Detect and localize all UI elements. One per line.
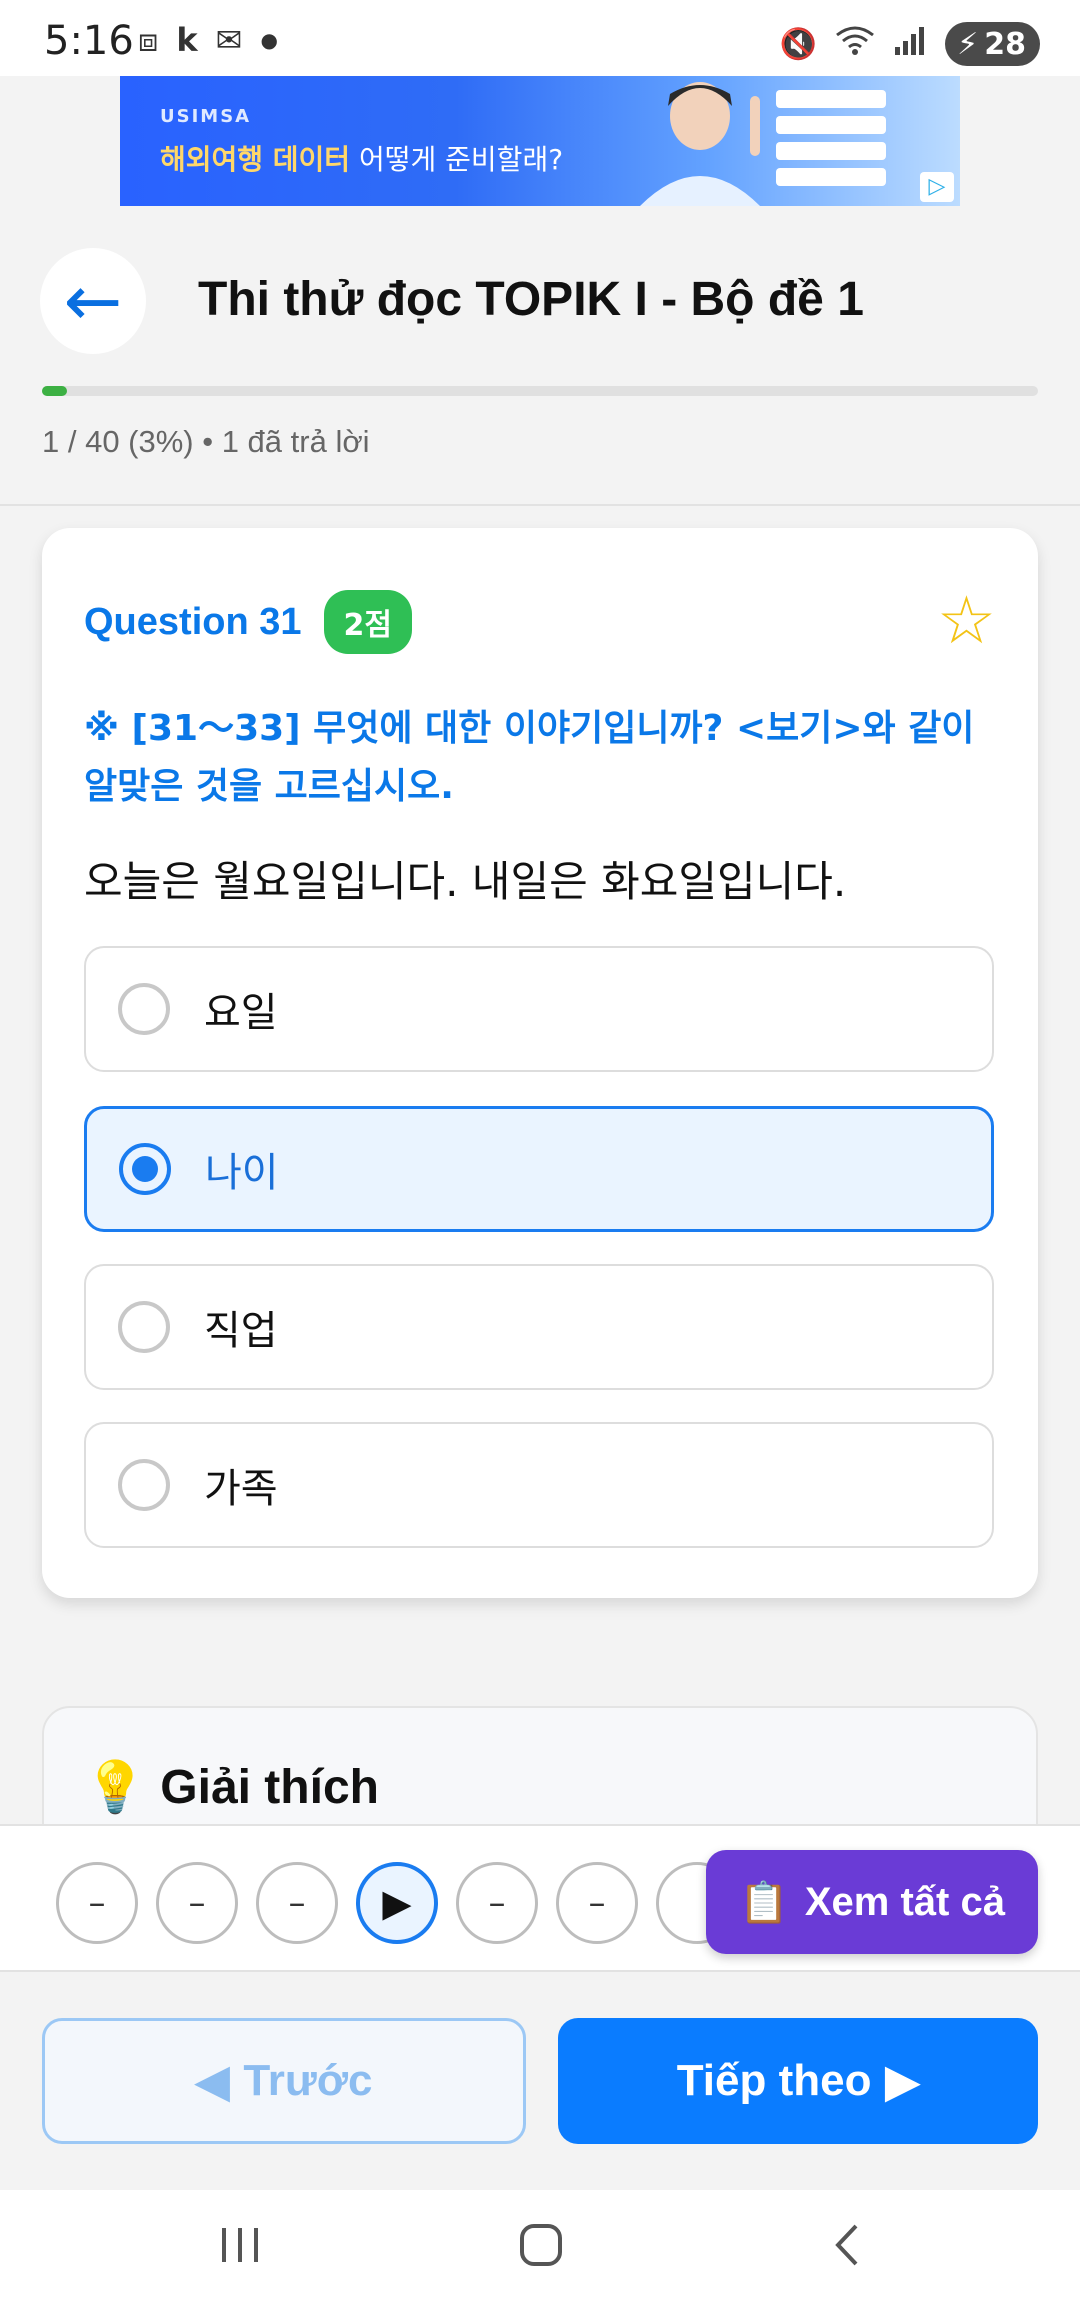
status-time: 5:16 (44, 18, 134, 64)
question-dot[interactable]: – (456, 1862, 538, 1944)
question-dot-current[interactable]: ▶ (356, 1862, 438, 1944)
home-icon[interactable] (516, 2220, 566, 2279)
answer-option[interactable]: 가족 (84, 1422, 994, 1548)
ad-info-boxes (776, 90, 886, 194)
next-label: Tiếp theo (676, 2056, 872, 2105)
explanation-title-text: Giải thích (160, 1761, 379, 1814)
recent-apps-icon[interactable] (216, 2220, 266, 2279)
question-card: Question 31 2점 ☆ ※ [31～33] 무엇에 대한 이야기입니까… (42, 528, 1038, 1598)
triangle-right-icon: ▶ (885, 2056, 920, 2106)
ad-info-box (776, 90, 886, 108)
k-icon: k (176, 21, 198, 59)
ad-choices-icon[interactable]: ▷ (920, 172, 954, 202)
question-dot[interactable]: – (556, 1862, 638, 1944)
progress-text: 1 / 40 (3%) • 1 đã trả lời (42, 424, 370, 459)
previous-label: Trước (243, 2056, 373, 2105)
status-system-icons: 🔇 ⚡ 28 (780, 22, 1040, 66)
page-title: Thi thử đọc TOPIK I - Bộ đề 1 (198, 273, 864, 326)
signal-icon (893, 25, 927, 63)
radio-button[interactable] (118, 983, 170, 1035)
points-badge: 2점 (323, 590, 412, 654)
gmail-icon: ✉ (215, 21, 243, 59)
previous-button[interactable]: ◀ Trước (42, 2018, 526, 2144)
radio-button[interactable] (118, 1301, 170, 1353)
question-number: Question 31 (84, 600, 302, 643)
radio-button[interactable] (118, 1459, 170, 1511)
battery-indicator: ⚡ 28 (945, 22, 1040, 66)
ad-person-image (640, 82, 760, 206)
question-dot[interactable]: – (56, 1862, 138, 1944)
answer-option-label: 직업 (204, 1308, 278, 1354)
ad-brand: USIMSA (160, 106, 252, 127)
question-header: Question 31 2점 (84, 590, 412, 654)
answer-option-selected[interactable]: 나이 (84, 1106, 994, 1232)
back-button[interactable]: ← (40, 248, 146, 354)
ad-headline: 해외여행 데이터 어떻게 준비할래? (160, 138, 563, 178)
ad-headline-rest: 어떻게 준비할래? (350, 143, 564, 176)
status-notification-icons: ⧈ k ✉ ● (138, 24, 278, 56)
ad-headline-highlight: 해외여행 데이터 (160, 143, 351, 176)
question-instruction: ※ [31～33] 무엇에 대한 이야기입니까? <보기>와 같이 알맞은 것을… (84, 708, 975, 807)
answer-option-label: 나이 (205, 1150, 279, 1196)
system-nav-bar (0, 2190, 1080, 2316)
ad-info-box (776, 168, 886, 186)
answer-option-label: 가족 (204, 1466, 278, 1512)
question-passage: 오늘은 월요일입니다. 내일은 화요일입니다. (84, 857, 847, 906)
battery-level: 28 (984, 26, 1026, 62)
answer-option-label: 요일 (204, 990, 278, 1036)
question-dot[interactable]: – (256, 1862, 338, 1944)
arrow-left-icon: ← (63, 260, 123, 342)
triangle-left-icon: ◀ (195, 2056, 230, 2106)
wifi-icon (835, 25, 875, 63)
charging-icon: ⚡ (957, 26, 979, 62)
footer-actions: ◀ Trước Tiếp theo ▶ (0, 1972, 1080, 2190)
answer-option[interactable]: 직업 (84, 1264, 994, 1390)
question-navigator: – – – ▶ – – 📋 Xem tất cả (0, 1824, 1080, 1972)
back-nav-icon[interactable] (824, 2220, 874, 2279)
ad-info-box (776, 116, 886, 134)
ad-info-box (776, 142, 886, 160)
see-all-button[interactable]: 📋 Xem tất cả (706, 1850, 1038, 1954)
progress-bar (42, 386, 1038, 396)
screenshot-icon: ⧈ (138, 21, 159, 59)
status-bar: 5:16 ⧈ k ✉ ● 🔇 ⚡ 28 (0, 0, 1080, 76)
question-dot[interactable]: – (156, 1862, 238, 1944)
next-button[interactable]: Tiếp theo ▶ (558, 2018, 1038, 2144)
dot-icon: ● (260, 28, 278, 52)
lightbulb-icon: 💡 (84, 1759, 147, 1815)
see-all-label: Xem tất cả (804, 1879, 1005, 1924)
ad-banner[interactable]: USIMSA 해외여행 데이터 어떻게 준비할래? ▷ (120, 76, 960, 206)
bookmark-star-icon[interactable]: ☆ (937, 588, 996, 654)
radio-button-checked[interactable] (119, 1143, 171, 1195)
answer-option[interactable]: 요일 (84, 946, 994, 1072)
progress-bar-fill (42, 386, 67, 396)
page-header: ← Thi thử đọc TOPIK I - Bộ đề 1 1 / 40 (… (0, 206, 1080, 506)
mute-icon: 🔇 (779, 26, 818, 62)
clipboard-icon: 📋 (739, 1880, 789, 1925)
explanation-title: 💡 Giải thích (84, 1758, 379, 1817)
